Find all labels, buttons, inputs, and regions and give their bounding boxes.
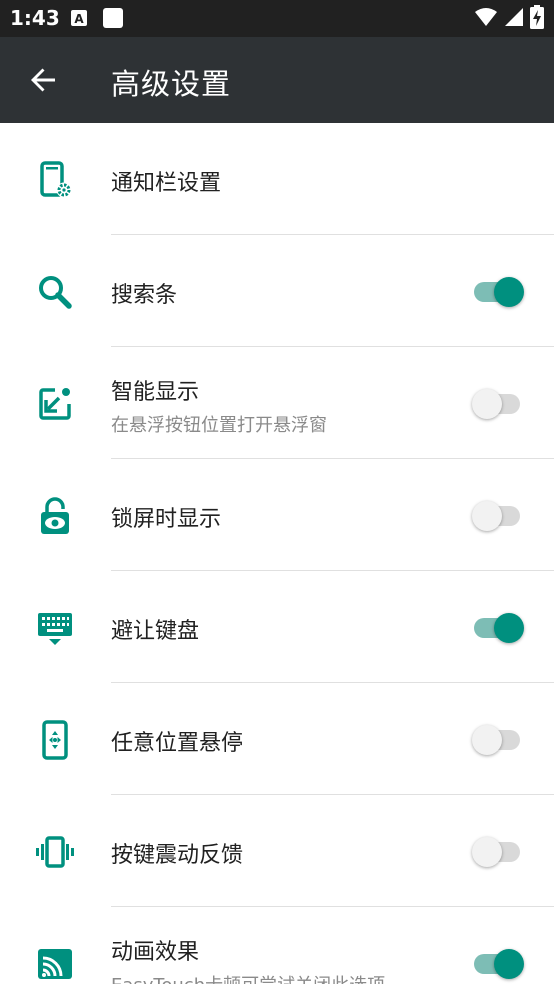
setting-label: 锁屏时显示 — [111, 507, 222, 532]
setting-smart-display[interactable]: 智能显示 在悬浮按钮位置打开悬浮窗 — [0, 347, 554, 459]
setting-lock-screen-display[interactable]: 锁屏时显示 — [0, 459, 554, 571]
arrow-back-icon — [31, 68, 55, 92]
keyboard-hide-icon — [34, 607, 76, 649]
phone-settings-icon — [34, 159, 76, 201]
smart-display-toggle[interactable] — [472, 389, 524, 419]
battery-charging-icon — [530, 5, 544, 33]
vibration-feedback-toggle[interactable] — [472, 837, 524, 867]
setting-label: 智能显示 — [111, 380, 200, 405]
phone-move-icon — [34, 719, 76, 761]
setting-label: 避让键盘 — [111, 619, 200, 644]
setting-vibration-feedback[interactable]: 按键震动反馈 — [0, 795, 554, 907]
status-bar: 1:43 A — [0, 0, 554, 37]
setting-subtitle: EasyTouch卡顿可尝试关闭此选项 — [111, 971, 385, 984]
setting-avoid-keyboard[interactable]: 避让键盘 — [0, 571, 554, 683]
arrow-into-box-icon — [34, 383, 76, 425]
hover-anywhere-toggle[interactable] — [472, 725, 524, 755]
page-title: 高级设置 — [111, 67, 232, 101]
settings-list: 通知栏设置 搜索条 智能显示 在悬浮按钮位置打开悬浮窗 锁屏时显示 避让键盘 任… — [0, 123, 554, 984]
wifi-icon — [474, 7, 498, 31]
setting-label: 任意位置悬停 — [111, 731, 244, 756]
search-icon — [34, 271, 76, 313]
setting-search-bar[interactable]: 搜索条 — [0, 235, 554, 347]
setting-label: 搜索条 — [111, 283, 178, 308]
vibrate-icon — [34, 831, 76, 873]
status-icons — [474, 5, 544, 33]
app-toolbar: 高级设置 — [0, 37, 554, 123]
animation-effect-toggle[interactable] — [472, 949, 524, 979]
text-a-icon: A — [70, 9, 88, 31]
setting-hover-anywhere[interactable]: 任意位置悬停 — [0, 683, 554, 795]
setting-label: 按键震动反馈 — [111, 843, 244, 868]
cast-icon — [34, 943, 76, 984]
lock-screen-display-toggle[interactable] — [472, 501, 524, 531]
svg-text:A: A — [74, 12, 84, 26]
setting-label: 通知栏设置 — [111, 171, 222, 196]
signal-icon — [504, 7, 524, 31]
setting-animation-effect[interactable]: 动画效果 EasyTouch卡顿可尝试关闭此选项 — [0, 907, 554, 984]
search-bar-toggle[interactable] — [472, 277, 524, 307]
lock-eye-icon — [34, 495, 76, 537]
setting-label: 动画效果 — [111, 940, 200, 965]
setting-notification-bar[interactable]: 通知栏设置 — [0, 123, 554, 235]
setting-subtitle: 在悬浮按钮位置打开悬浮窗 — [111, 415, 327, 436]
avoid-keyboard-toggle[interactable] — [472, 613, 524, 643]
square-notification-icon — [102, 7, 124, 33]
status-time: 1:43 — [10, 6, 60, 30]
back-button[interactable] — [22, 59, 64, 101]
